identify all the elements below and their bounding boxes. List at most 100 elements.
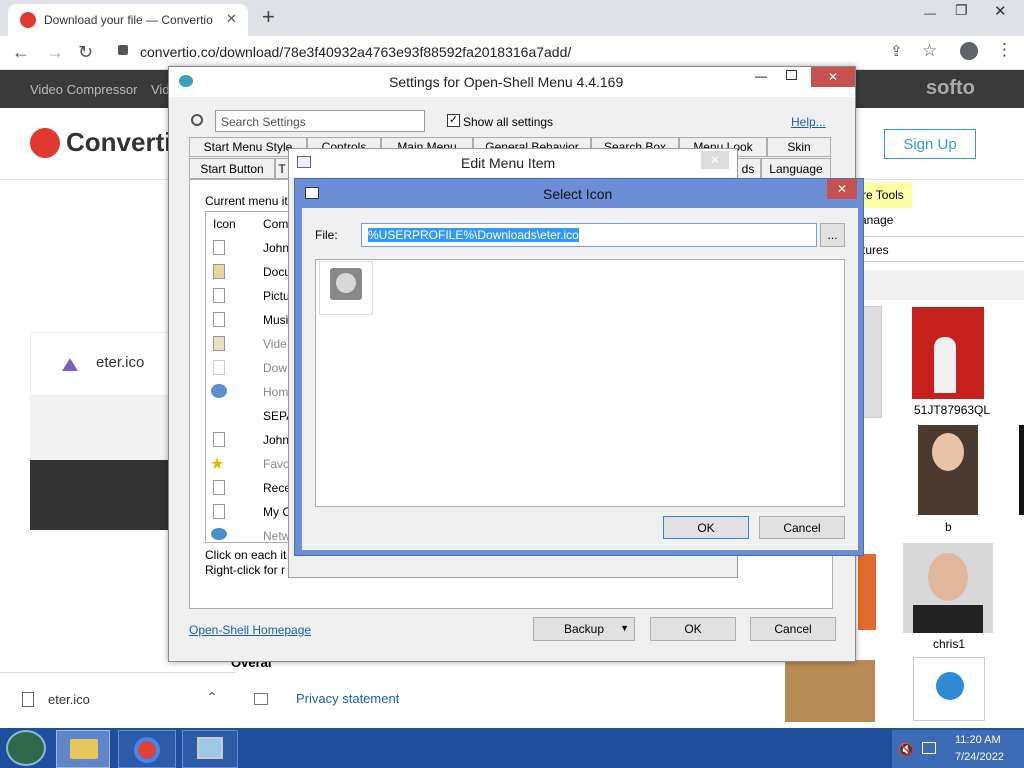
back-icon[interactable]: ← <box>12 42 30 63</box>
menu-row[interactable]: Vide <box>263 337 289 351</box>
settings-cancel-button[interactable]: Cancel <box>750 617 836 641</box>
explorer-path-bar[interactable]: tures <box>858 236 1024 262</box>
tab-skin[interactable]: Skin <box>767 137 831 157</box>
open-shell-logo-icon <box>179 75 193 87</box>
settings-taskbar-button[interactable] <box>182 730 238 768</box>
maximize-icon[interactable]: ❐ <box>955 2 968 19</box>
explorer-gray-strip <box>858 270 1024 300</box>
file-path-input[interactable]: %USERPROFILE%\Downloads\eter.ico <box>361 223 817 247</box>
menu-row[interactable]: Musi <box>263 313 289 327</box>
menu-row[interactable]: John <box>263 241 289 255</box>
new-tab-button[interactable]: + <box>262 4 275 30</box>
backup-button[interactable]: Backup ▼ <box>533 617 635 641</box>
doc-icon <box>213 432 225 447</box>
menu-row[interactable]: Netw <box>263 529 289 543</box>
convertio-logo[interactable]: Convertio <box>66 127 170 158</box>
photo-thumbnail-bottom[interactable] <box>785 660 875 722</box>
search-settings-input[interactable]: Search Settings <box>215 110 425 132</box>
select-ok-button[interactable]: OK <box>663 516 749 539</box>
menu-row[interactable]: Favo <box>263 457 289 471</box>
gray-band <box>30 396 170 460</box>
tab-taskbar[interactable]: T <box>275 158 289 179</box>
photo-thumbnail-chris1[interactable] <box>903 543 993 633</box>
minimize-icon[interactable]: — <box>924 6 936 20</box>
address-bar[interactable]: convertio.co/download/78e3f40932a4763e93… <box>140 44 840 60</box>
forward-icon[interactable]: → <box>46 42 64 63</box>
explorer-taskbar-button[interactable] <box>56 730 110 768</box>
menu-row[interactable]: Docu <box>263 265 289 279</box>
photo-thumbnail-b[interactable] <box>918 425 978 515</box>
edit-title: Edit Menu Item <box>461 155 556 171</box>
close-tab-icon[interactable]: ✕ <box>226 11 237 27</box>
internet-shortcut-thumbnail[interactable] <box>913 657 985 721</box>
menu-row[interactable]: Rece <box>263 481 289 495</box>
menu-row[interactable]: Dow <box>263 361 289 375</box>
folder-doc-icon <box>213 264 225 279</box>
select-ok-label: OK <box>697 520 715 535</box>
thumb-label-b: b <box>945 520 952 534</box>
hint-line-1: Click on each it <box>205 548 287 562</box>
tab-more[interactable]: ds <box>735 158 761 179</box>
settings-close-button[interactable]: ✕ <box>811 67 855 87</box>
menu-row[interactable]: My C <box>263 505 289 519</box>
privacy-link[interactable]: Privacy statement <box>296 691 399 706</box>
help-link[interactable]: Help... <box>791 115 826 129</box>
picture-tools-tab[interactable]: re Tools <box>858 182 912 208</box>
tab-start-button[interactable]: Start Button <box>189 158 275 179</box>
menu-row[interactable]: John <box>263 433 289 447</box>
select-icon-close-button[interactable]: ✕ <box>827 179 857 199</box>
globe-icon <box>936 672 964 700</box>
profile-icon[interactable] <box>960 42 978 60</box>
tab-label: Start Button <box>200 161 264 176</box>
select-icon-body: File: %USERPROFILE%\Downloads\eter.ico .… <box>302 208 858 550</box>
network-tray-icon[interactable] <box>922 742 936 754</box>
chrome-icon <box>134 737 160 763</box>
start-button[interactable] <box>6 730 46 766</box>
homepage-link[interactable]: Open-Shell Homepage <box>189 623 311 637</box>
minimize-icon[interactable]: — <box>755 69 767 83</box>
convertio-favicon-icon <box>20 12 36 28</box>
reload-icon[interactable]: ↻ <box>78 42 93 63</box>
menu-row[interactable]: Pictu <box>263 289 289 303</box>
menu-icon[interactable]: ⋮ <box>996 40 1013 60</box>
settings-ok-button[interactable]: OK <box>650 617 736 641</box>
search-icon <box>191 114 203 126</box>
nav-video-compressor[interactable]: Video Compressor <box>30 82 137 97</box>
clock-date[interactable]: 7/24/2022 <box>955 751 1004 763</box>
volume-muted-icon[interactable]: 🔇 <box>898 742 914 758</box>
icon-tile[interactable] <box>319 261 373 315</box>
book-person <box>934 337 956 393</box>
menu-row[interactable]: SEPA <box>263 409 289 423</box>
clock-time[interactable]: 11:20 AM <box>955 734 1001 746</box>
browse-button[interactable]: ... <box>820 223 845 247</box>
window-edge <box>1019 425 1024 515</box>
tab-label: Skin <box>787 140 811 154</box>
maximize-icon[interactable] <box>786 70 797 80</box>
hint-line-2: Right-click for r <box>205 563 286 577</box>
book-cover-thumbnail[interactable] <box>912 307 984 399</box>
show-all-checkbox[interactable]: ✓ <box>447 114 460 127</box>
icon-grid[interactable] <box>315 259 845 507</box>
select-icon-dialog: Select Icon ✕ File: %USERPROFILE%\Downlo… <box>294 178 864 556</box>
tab-language[interactable]: Language <box>761 158 831 179</box>
manage-tab[interactable]: anage <box>860 213 893 227</box>
doc-icon <box>213 480 225 495</box>
share-icon[interactable]: ⇪ <box>890 42 903 60</box>
chrome-taskbar-button[interactable] <box>118 730 176 768</box>
path-fragment: tures <box>862 243 889 257</box>
chevron-up-icon[interactable]: ⌃ <box>206 689 218 706</box>
bookmark-star-icon[interactable]: ☆ <box>922 41 937 61</box>
nav-video[interactable]: Vid <box>151 82 170 97</box>
menu-row[interactable]: Hom <box>263 385 289 399</box>
select-cancel-button[interactable]: Cancel <box>759 516 845 539</box>
browser-tab[interactable]: Download your file — Convertio ✕ <box>8 4 248 36</box>
portrait-face <box>336 273 356 293</box>
sign-up-button[interactable]: Sign Up <box>884 129 976 159</box>
show-all-label: Show all settings <box>463 115 554 129</box>
close-window-icon[interactable]: ✕ <box>994 2 1007 20</box>
doc-icon <box>213 288 225 303</box>
download-item-name[interactable]: eter.ico <box>48 692 90 707</box>
edit-close-button[interactable]: ✕ <box>701 151 729 169</box>
softo-logo[interactable]: softo <box>926 77 975 100</box>
window-icon <box>305 187 319 199</box>
